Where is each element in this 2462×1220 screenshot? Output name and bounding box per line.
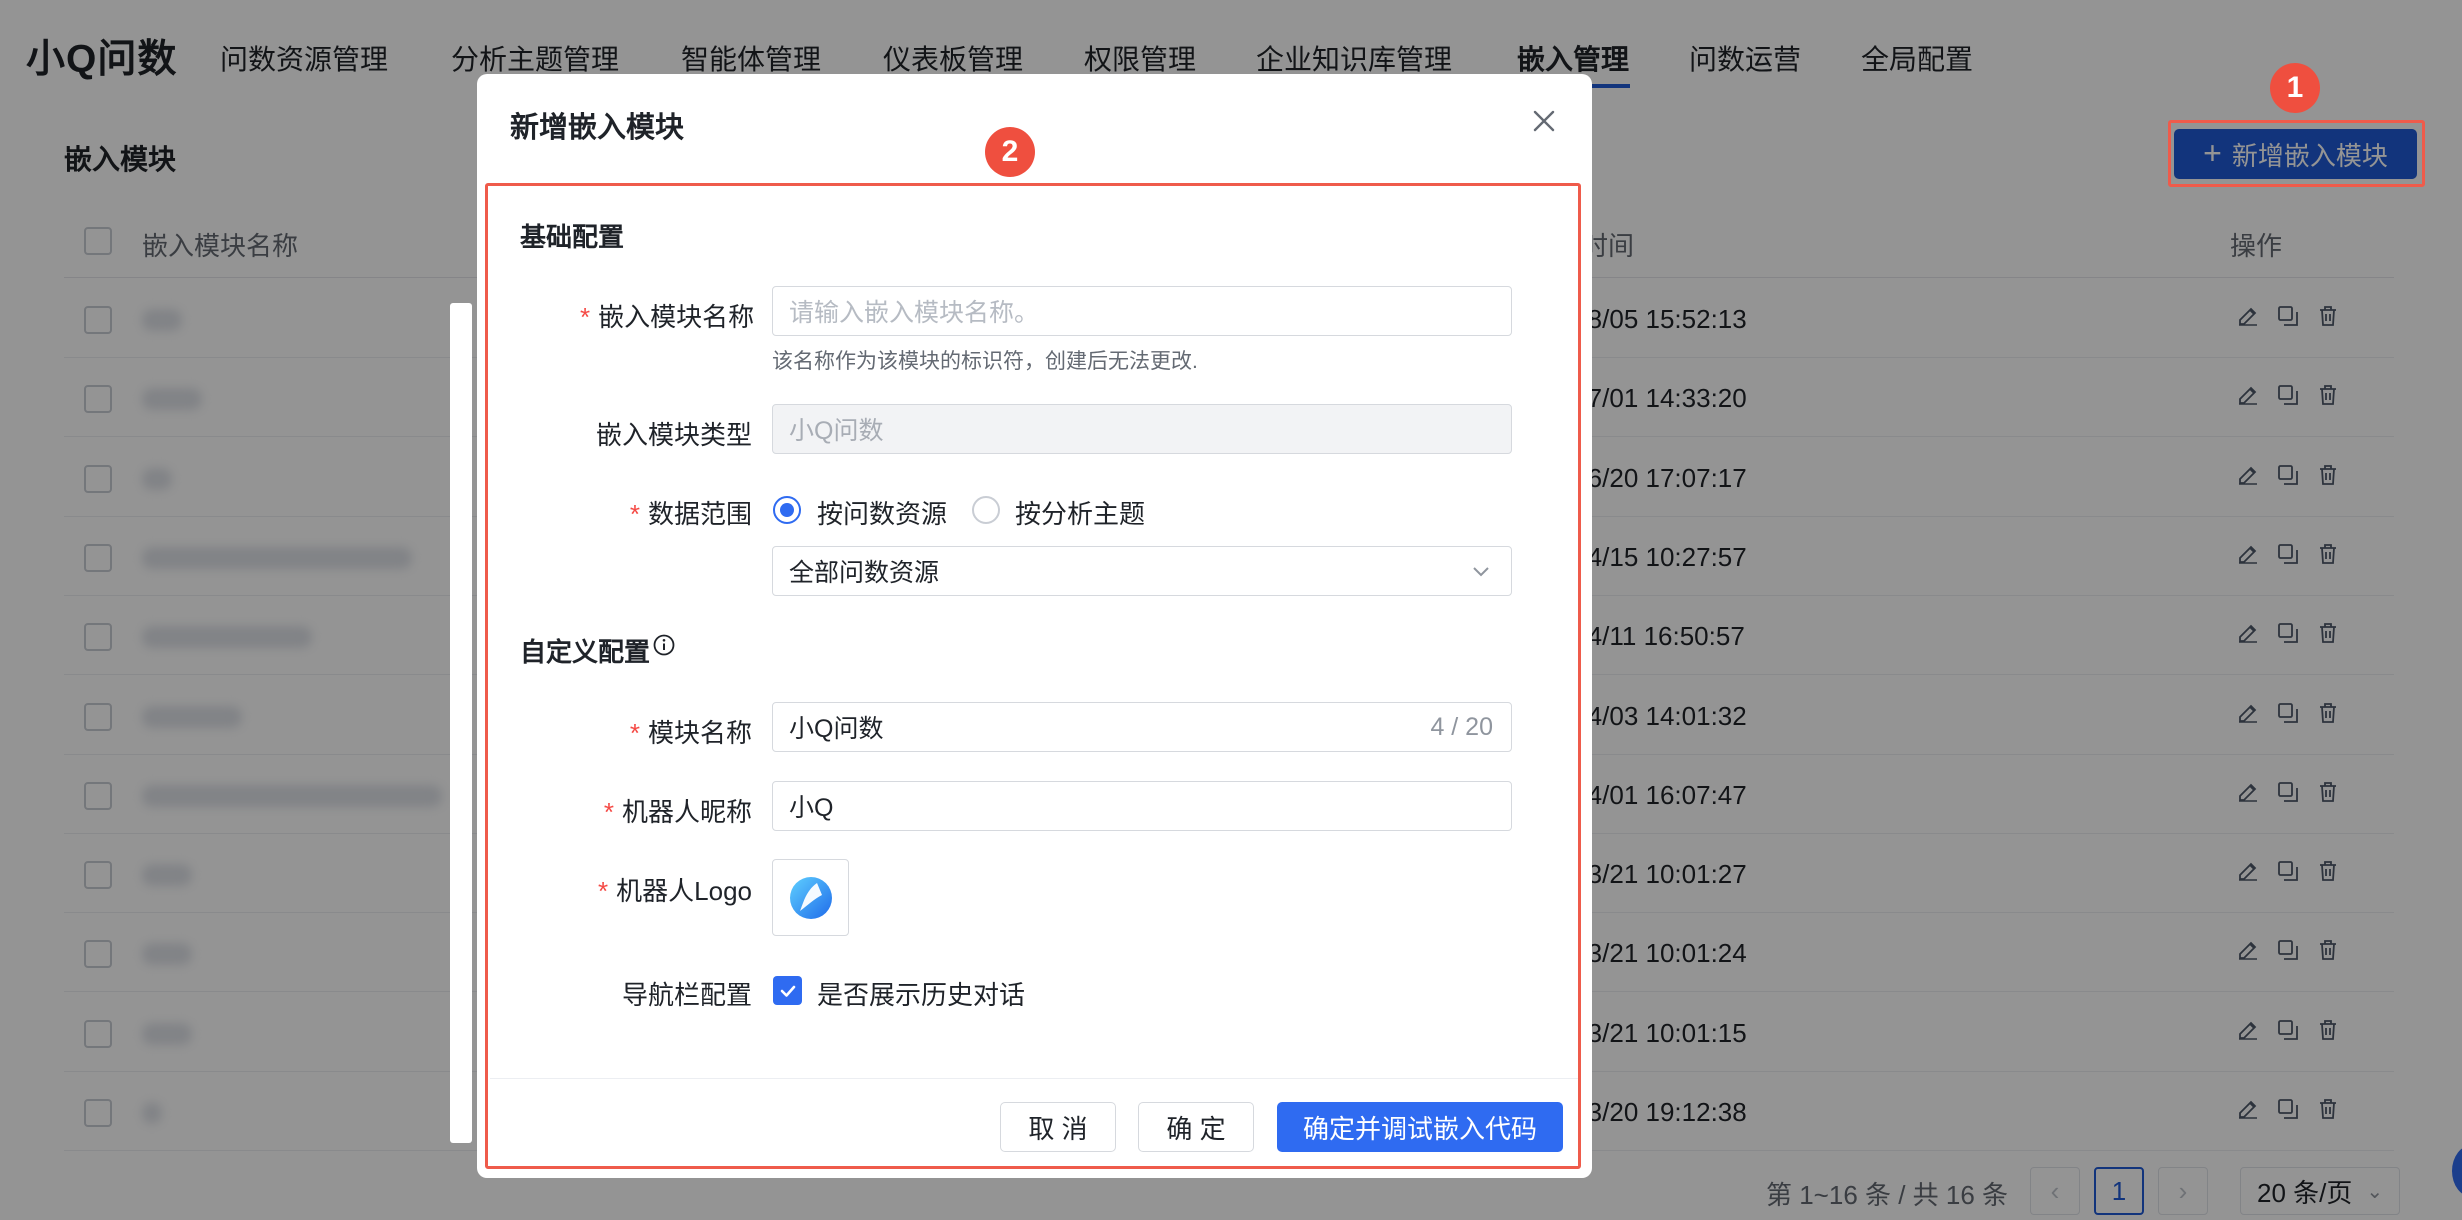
bot-logo-upload[interactable] <box>772 859 849 936</box>
show-history-label[interactable]: 是否展示历史对话 <box>817 975 1025 1012</box>
side-panel-edge <box>450 303 472 1143</box>
embed-name-input[interactable]: 请输入嵌入模块名称。 <box>772 286 1512 336</box>
nav-config-label: 导航栏配置 <box>621 980 752 1010</box>
basic-config-heading: 基础配置 <box>520 222 625 252</box>
module-name-input[interactable]: 小Q问数 4 / 20 <box>772 702 1512 752</box>
embed-type-input: 小Q问数 <box>772 404 1512 454</box>
custom-config-heading: 自定义配置 <box>520 637 651 667</box>
scope-radio-topic-label[interactable]: 按分析主题 <box>1015 494 1145 531</box>
scope-radio-resource-label[interactable]: 按问数资源 <box>817 494 947 531</box>
info-icon[interactable] <box>652 633 676 657</box>
annotation-box-1 <box>2168 120 2425 187</box>
data-scope-label: * 数据范围 <box>629 499 752 529</box>
annotation-badge-1: 1 <box>2270 63 2320 113</box>
show-history-checkbox[interactable] <box>773 976 802 1005</box>
module-name-value: 小Q问数 <box>789 715 884 743</box>
scope-select[interactable]: 全部问数资源 <box>772 546 1512 596</box>
scope-radio-topic[interactable] <box>972 496 1000 524</box>
embed-type-label: 嵌入模块类型 <box>595 420 752 450</box>
bot-nickname-value: 小Q <box>789 794 834 822</box>
annotation-badge-2: 2 <box>985 127 1035 177</box>
scope-radio-resource[interactable] <box>773 496 801 524</box>
close-icon[interactable] <box>1529 106 1559 136</box>
embed-type-value: 小Q问数 <box>789 417 884 445</box>
dialog-footer-divider <box>490 1078 1578 1079</box>
embed-name-placeholder: 请输入嵌入模块名称。 <box>789 299 1040 327</box>
chevron-down-icon <box>1473 567 1489 577</box>
bot-logo-image <box>789 876 832 919</box>
dialog-title: 新增嵌入模块 <box>510 112 685 144</box>
bot-nickname-input[interactable]: 小Q <box>772 781 1512 831</box>
ok-and-debug-button[interactable]: 确定并调试嵌入代码 <box>1277 1102 1563 1152</box>
embed-name-hint: 该名称作为该模块的标识符，创建后无法更改. <box>772 350 1198 373</box>
ok-button[interactable]: 确 定 <box>1138 1102 1254 1152</box>
bot-logo-label: * 机器人Logo <box>598 876 752 906</box>
embed-name-label: * 嵌入模块名称 <box>580 302 755 332</box>
check-icon <box>780 985 795 997</box>
module-name-label: * 模块名称 <box>629 718 752 748</box>
scope-select-value: 全部问数资源 <box>789 559 940 587</box>
cancel-button[interactable]: 取 消 <box>1000 1102 1116 1152</box>
bot-nickname-label: * 机器人昵称 <box>603 797 752 827</box>
module-name-counter: 4 / 20 <box>1430 712 1493 741</box>
